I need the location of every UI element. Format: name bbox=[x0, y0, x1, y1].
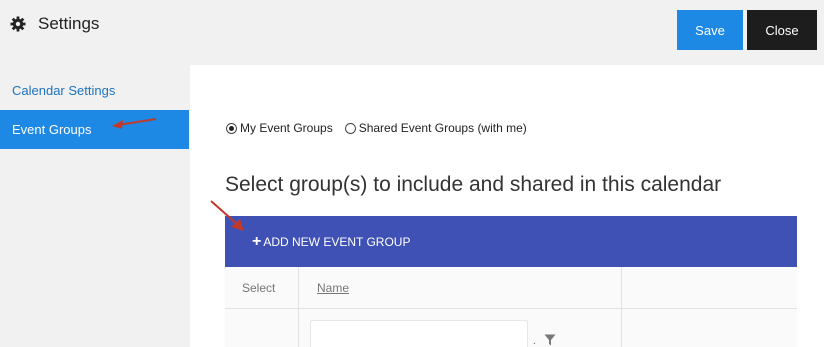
close-button[interactable]: Close bbox=[747, 10, 817, 50]
radio-label: Shared Event Groups (with me) bbox=[358, 121, 527, 135]
title-area: Settings bbox=[10, 14, 99, 34]
plus-icon: + bbox=[252, 232, 262, 250]
annotation-arrow-sidebar bbox=[112, 118, 157, 129]
section-title: Select group(s) to include and shared in… bbox=[225, 173, 722, 196]
page-title: Settings bbox=[38, 14, 100, 33]
table-header-row bbox=[225, 267, 797, 309]
sidebar-item-label: Event Groups bbox=[12, 122, 92, 137]
gear-icon bbox=[10, 16, 26, 32]
sidebar: Calendar Settings Event Groups bbox=[0, 65, 190, 347]
name-filter-input[interactable] bbox=[310, 320, 528, 347]
event-groups-table: Select Name . bbox=[225, 267, 797, 347]
sidebar-item-label: Calendar Settings bbox=[12, 83, 116, 98]
filter-icon[interactable] bbox=[544, 334, 556, 346]
add-event-group-button[interactable]: + ADD NEW EVENT GROUP bbox=[225, 216, 797, 267]
column-divider bbox=[298, 267, 299, 347]
radio-my-event-groups[interactable]: My Event Groups bbox=[226, 121, 333, 135]
main-panel: My Event Groups Shared Event Groups (wit… bbox=[190, 65, 824, 347]
sidebar-item-calendar-settings[interactable]: Calendar Settings bbox=[0, 71, 189, 110]
header: Settings Save Close bbox=[0, 0, 824, 65]
event-group-filter: My Event Groups Shared Event Groups (wit… bbox=[226, 121, 539, 135]
annotation-arrow-add-group bbox=[210, 200, 244, 231]
column-header-name[interactable]: Name bbox=[317, 281, 349, 295]
column-divider bbox=[621, 267, 622, 347]
filter-dot: . bbox=[533, 336, 536, 347]
column-header-select: Select bbox=[242, 281, 276, 295]
add-event-group-label: ADD NEW EVENT GROUP bbox=[263, 234, 411, 249]
radio-unchecked-icon[interactable] bbox=[344, 122, 356, 134]
sidebar-item-event-groups[interactable]: Event Groups bbox=[0, 110, 189, 149]
radio-label: My Event Groups bbox=[240, 121, 333, 135]
radio-shared-event-groups[interactable]: Shared Event Groups (with me) bbox=[344, 121, 527, 135]
radio-checked-icon[interactable] bbox=[226, 122, 237, 134]
save-button[interactable]: Save bbox=[677, 10, 743, 50]
